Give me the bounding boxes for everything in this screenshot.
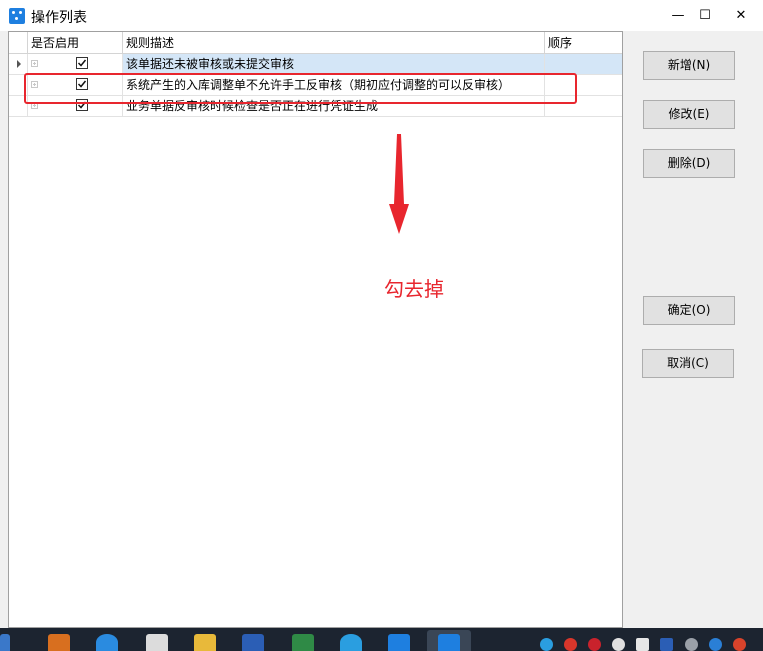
- sogou-icon[interactable]: [96, 634, 118, 651]
- annotation-text: 勾去掉: [384, 277, 444, 301]
- bluetooth-icon[interactable]: [709, 638, 722, 651]
- delete-button[interactable]: 删除(D): [643, 149, 735, 178]
- button-panel: 新增(N) 修改(E) 删除(D) 确定(O) 取消(C): [623, 31, 763, 628]
- column-header-enabled[interactable]: 是否启用: [28, 32, 123, 54]
- tray-icon-2[interactable]: [564, 638, 577, 651]
- app-icon[interactable]: [388, 634, 410, 651]
- tray-icon-1[interactable]: [540, 638, 553, 651]
- tray-icon-7[interactable]: [685, 638, 698, 651]
- feather-icon[interactable]: [340, 634, 362, 651]
- enabled-checkbox[interactable]: [76, 57, 88, 69]
- close-button[interactable]: ✕: [719, 0, 763, 31]
- column-header-description[interactable]: 规则描述: [123, 32, 545, 54]
- description-cell[interactable]: 该单据还未被审核或未提交审核: [123, 54, 545, 75]
- table-row[interactable]: 该单据还未被审核或未提交审核: [9, 54, 622, 75]
- new-button[interactable]: 新增(N): [643, 51, 735, 80]
- expand-icon[interactable]: [31, 60, 38, 67]
- excel-icon[interactable]: [292, 634, 314, 651]
- folder-icon[interactable]: [194, 634, 216, 651]
- title-bar: 操作列表 — ☐ ✕: [0, 0, 763, 31]
- down-arrow-icon: [389, 134, 409, 234]
- notepad-icon[interactable]: [146, 634, 168, 651]
- modify-button[interactable]: 修改(E): [643, 100, 735, 129]
- sublime-icon[interactable]: [48, 634, 70, 651]
- rules-grid[interactable]: 是否启用 规则描述 顺序 该单据还未被审核或未提交审核 系统产生的入库调整单不允…: [8, 31, 623, 628]
- tray-icon-9[interactable]: [733, 638, 746, 651]
- row-indicator: [9, 54, 28, 75]
- order-cell[interactable]: [545, 54, 622, 75]
- maximize-button[interactable]: ☐: [688, 0, 722, 31]
- column-header-order[interactable]: 顺序: [545, 32, 622, 54]
- cancel-button[interactable]: 取消(C): [642, 349, 734, 378]
- word-tray-icon[interactable]: [660, 638, 673, 651]
- window-title: 操作列表: [31, 10, 87, 26]
- app-icon-active-glyph: [438, 634, 460, 651]
- taskbar: [0, 628, 763, 651]
- word-icon[interactable]: [242, 634, 264, 651]
- grid-corner: [9, 32, 28, 54]
- ok-button[interactable]: 确定(O): [643, 296, 735, 325]
- tray-icon-4[interactable]: [612, 638, 625, 651]
- highlight-box: [24, 73, 577, 104]
- netease-music-icon[interactable]: [588, 638, 601, 651]
- app-icon: [9, 8, 25, 24]
- current-row-arrow-icon: [17, 60, 21, 68]
- enabled-cell[interactable]: [28, 54, 123, 75]
- start-icon[interactable]: [0, 634, 10, 651]
- shield-icon[interactable]: [636, 638, 649, 651]
